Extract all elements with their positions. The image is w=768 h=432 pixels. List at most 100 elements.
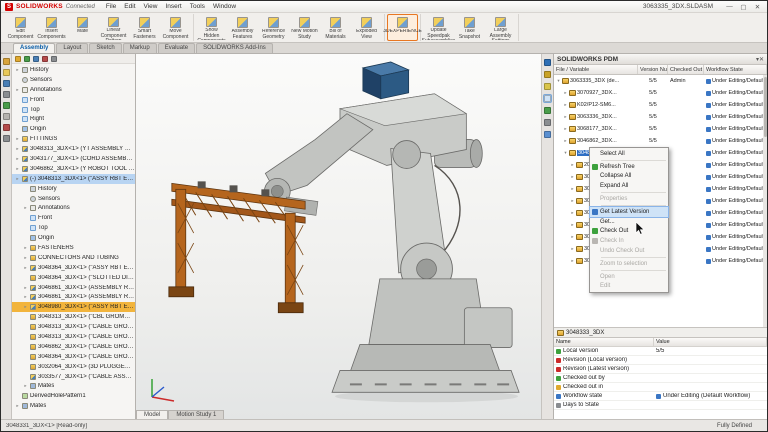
tree-item-top[interactable]: Top <box>12 105 135 115</box>
expand-arrow-icon[interactable]: ▸ <box>23 265 28 271</box>
tree-item-connectors-and-tubing[interactable]: ▸CONNECTORS AND TUBING <box>12 253 135 263</box>
tree-item-3048313-3dx-1-assy-rbt-ex400[interactable]: ▸(-) 3048313_3DX<1> ("ASSY RBT EX400... <box>12 174 135 184</box>
print-icon[interactable] <box>3 91 10 98</box>
graphics-viewport[interactable]: ModelMotion Study 1 <box>136 54 541 419</box>
tree-item-3043177-3dx-1-cord-assembly-r[interactable]: ▸3043177_3DX<1> (CORD ASSEMBLY R... <box>12 154 135 164</box>
ribbon-button-new-motion-study[interactable]: New Motion Study <box>289 14 320 41</box>
expand-arrow-icon[interactable]: ▸ <box>570 210 575 216</box>
expand-arrow-icon[interactable]: ▸ <box>563 102 568 108</box>
expand-arrow-icon[interactable]: ▸ <box>23 255 28 261</box>
options-icon[interactable] <box>3 135 10 142</box>
ribbon-button-smart-fasteners[interactable]: Smart Fasteners <box>129 14 160 41</box>
expand-arrow-icon[interactable]: ▸ <box>570 198 575 204</box>
tree-item-3048980-3dx-1-assy-rbt-ex400[interactable]: ▸3048980_3DX<1> ("ASSY RBT EX400... <box>12 302 135 312</box>
menu-tools[interactable]: Tools <box>186 3 209 10</box>
menu-edit[interactable]: Edit <box>120 3 139 10</box>
expand-arrow-icon[interactable]: ▸ <box>23 383 28 389</box>
menu-item-expand-all[interactable]: Expand All <box>590 181 668 191</box>
menu-item-refresh-tree[interactable]: Refresh Tree <box>590 162 668 172</box>
column-header-file-variable[interactable]: File / Variable <box>554 65 638 74</box>
tree-item-3046862-3dx-1-y-robot-tool-cl[interactable]: ▸3046862_3DX<1> (Y ROBOT TOOL CL... <box>12 164 135 174</box>
featuremanager-tab-icon[interactable] <box>15 56 21 62</box>
threedexperience-icon[interactable] <box>544 59 551 66</box>
ribbon-button-exploded-view[interactable]: Exploded View <box>351 14 382 41</box>
expand-arrow-icon[interactable]: ▸ <box>563 138 568 144</box>
maximize-button[interactable]: ▢ <box>738 3 749 11</box>
expand-arrow-icon[interactable]: ▸ <box>23 205 28 211</box>
ribbon-button-large-assembly-settings[interactable]: Large Assembly Settings <box>485 14 516 41</box>
menu-item-check-out[interactable]: Check Out <box>590 227 668 237</box>
dimxpert-tab-icon[interactable] <box>42 56 48 62</box>
ribbon-button-show-hidden-components[interactable]: Show Hidden Components <box>196 14 227 41</box>
tree-item-3048313-3dx-1-cbl-grommet-p[interactable]: 3048313_3DX<1> ("CBL GROMMET P... <box>12 312 135 322</box>
configurationmanager-tab-icon[interactable] <box>33 56 39 62</box>
expand-arrow-icon[interactable]: ▸ <box>15 156 20 162</box>
tree-item-3048364-3dx-1-cable-gromme[interactable]: 3048364_3DX<1> ("CABLE GROMME... <box>12 352 135 362</box>
menu-file[interactable]: File <box>102 3 120 10</box>
select-icon[interactable] <box>3 113 10 120</box>
tree-item-sensors[interactable]: Sensors <box>12 194 135 204</box>
tree-item-origin[interactable]: Origin <box>12 233 135 243</box>
close-icon[interactable]: ✕ <box>759 57 764 63</box>
design-library-icon[interactable] <box>544 71 551 78</box>
custom-properties-icon[interactable] <box>544 119 551 126</box>
tree-item-3046861-3dx-1-assembly-rob[interactable]: ▸3046861_3DX<1> (ASSEMBLY ROB... <box>12 292 135 302</box>
tree-item-front[interactable]: Front <box>12 213 135 223</box>
tree-item-3048364-3dx-1-slotted-din-ra[interactable]: 3048364_3DX<1> ("SLOTTED DIN RA... <box>12 273 135 283</box>
expand-arrow-icon[interactable]: ▸ <box>570 174 575 180</box>
expand-arrow-icon[interactable]: ▸ <box>570 246 575 252</box>
tree-item-top[interactable]: Top <box>12 223 135 233</box>
tree-item-annotations[interactable]: ▸Annotations <box>12 203 135 213</box>
tab-layout[interactable]: Layout <box>56 43 88 53</box>
expand-arrow-icon[interactable]: ▸ <box>563 126 568 132</box>
expand-arrow-icon[interactable]: ▸ <box>15 176 20 182</box>
column-header-checked-out-by[interactable]: Checked Out By <box>668 65 704 74</box>
minimize-button[interactable]: — <box>724 3 735 10</box>
ribbon-button-3dexperience[interactable]: 3DEXPERIENCE <box>387 14 418 41</box>
pdm-scrollbar-thumb[interactable] <box>764 77 767 137</box>
ribbon-button-edit-component[interactable]: Edit Component <box>5 14 36 41</box>
tree-item-derivedholepattern1[interactable]: DerivedHolePattern1 <box>12 391 135 401</box>
close-button[interactable]: ✕ <box>752 3 763 11</box>
tree-item-sensors[interactable]: Sensors <box>12 75 135 85</box>
ribbon-button-bill-of-materials[interactable]: Bill of Materials <box>320 14 351 41</box>
expand-arrow-icon[interactable]: ▸ <box>563 114 568 120</box>
ribbon-button-mate[interactable]: Mate <box>67 14 98 41</box>
save-icon[interactable] <box>3 80 10 87</box>
tab-solidworks-add-ins[interactable]: SOLIDWORKS Add-Ins <box>196 43 273 53</box>
pdm-row-k02-p12-sm6[interactable]: ▸K02/P12-SM6...5/5Under Editing/Default … <box>554 99 767 111</box>
tree-item-3032064-3dx-1-3d-plugged-cab[interactable]: 3032064_3DX<1> (3D PLUGGED CAB... <box>12 362 135 372</box>
file-explorer-icon[interactable] <box>544 83 551 90</box>
expand-arrow-icon[interactable]: ▸ <box>15 403 20 409</box>
pdm-scrollbar[interactable] <box>763 75 767 327</box>
tree-item-3046861-3dx-1-assembly-robo[interactable]: ▸3046861_3DX<1> (ASSEMBLY ROBO... <box>12 283 135 293</box>
tab-sketch[interactable]: Sketch <box>89 43 121 53</box>
tab-assembly[interactable]: Assembly <box>13 43 55 53</box>
pdm-row-3063336-3dx[interactable]: ▸3063336_3DX...5/5Under Editing/Default … <box>554 111 767 123</box>
model-tab-model[interactable]: Model <box>136 410 168 419</box>
model-tab-motion-study-1[interactable]: Motion Study 1 <box>168 410 224 419</box>
expand-arrow-icon[interactable]: ▸ <box>15 166 20 172</box>
pdm-row-3068177-3dx[interactable]: ▸3068177_3DX...5/5Under Editing/Default … <box>554 123 767 135</box>
new-document-icon[interactable] <box>3 58 10 65</box>
menu-item-collapse-all[interactable]: Collapse All <box>590 172 668 182</box>
tree-item-mates[interactable]: ▸Mates <box>12 382 135 392</box>
displaymanager-tab-icon[interactable] <box>51 56 57 62</box>
expand-arrow-icon[interactable]: ▸ <box>570 222 575 228</box>
tree-item-origin[interactable]: Origin <box>12 124 135 134</box>
tree-item-3033577-3dx-1-cable-assembl[interactable]: 3033577_3DX<1> ("CABLE ASSEMBL... <box>12 372 135 382</box>
expand-arrow-icon[interactable]: ▾ <box>556 78 561 84</box>
pdm-row-3046862-3dx[interactable]: ▸3046862_3DX...5/5Under Editing/Default … <box>554 135 767 147</box>
ribbon-button-update-speedpak-subassemblies[interactable]: Update Speedpak Subassemblies <box>423 14 454 41</box>
menu-insert[interactable]: Insert <box>161 3 185 10</box>
expand-arrow-icon[interactable]: ▸ <box>570 258 575 264</box>
robot-arm-model[interactable] <box>136 54 541 419</box>
tree-item-3048313-3dx-1-cable-grommet[interactable]: 3048313_3DX<1> ("CABLE GROMMET... <box>12 322 135 332</box>
expand-arrow-icon[interactable]: ▸ <box>15 67 20 73</box>
tree-item-front[interactable]: Front <box>12 95 135 105</box>
ribbon-button-assembly-features[interactable]: Assembly Features <box>227 14 258 41</box>
tab-evaluate[interactable]: Evaluate <box>158 43 195 53</box>
ribbon-button-reference-geometry[interactable]: Reference Geometry <box>258 14 289 41</box>
expand-arrow-icon[interactable]: ▸ <box>23 294 28 300</box>
expand-arrow-icon[interactable]: ▸ <box>570 186 575 192</box>
